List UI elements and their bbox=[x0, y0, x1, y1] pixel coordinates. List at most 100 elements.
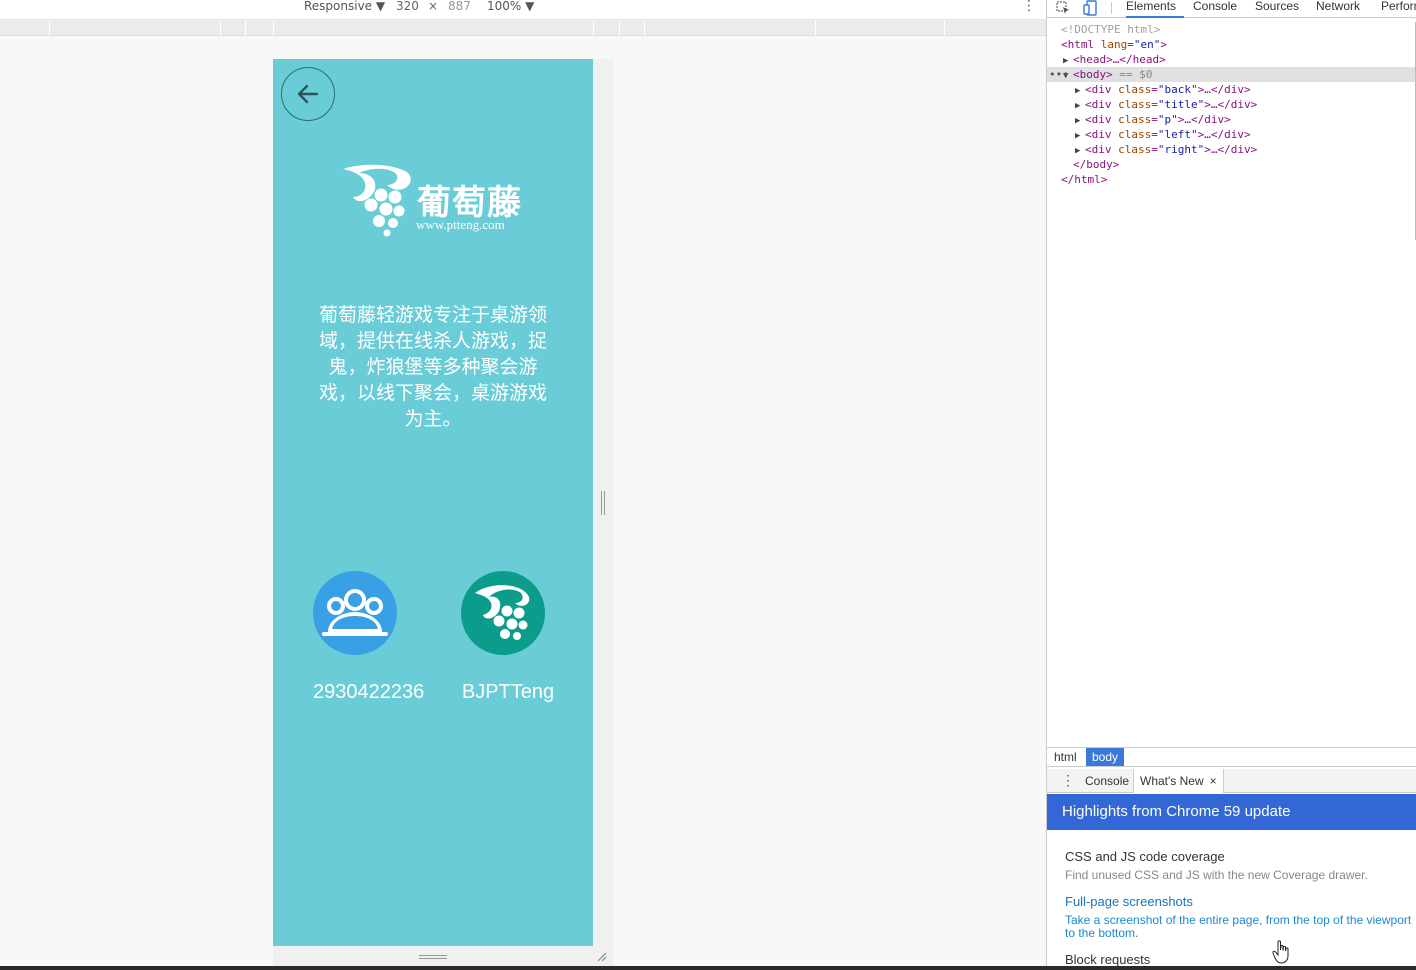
dom-node-div[interactable]: ▶ <div class="left">…</div> bbox=[1047, 127, 1415, 142]
grip-icon bbox=[601, 491, 605, 515]
dom-selected-marker: == $0 bbox=[1119, 68, 1153, 81]
dom-text: > bbox=[1160, 38, 1167, 51]
dom-attr: class bbox=[1118, 113, 1152, 126]
back-button[interactable] bbox=[281, 67, 335, 121]
media-query-tick bbox=[220, 20, 221, 36]
news-desc[interactable]: Take a screenshot of the entire page, fr… bbox=[1065, 914, 1415, 940]
dom-text: >…</div> bbox=[1177, 113, 1231, 126]
drawer-tabbar: ⋮ Console What's New × bbox=[1047, 769, 1416, 793]
media-query-tick bbox=[245, 20, 246, 36]
dom-attr: class bbox=[1118, 128, 1152, 141]
grape-icon bbox=[475, 585, 530, 640]
dom-attr: class bbox=[1118, 98, 1152, 111]
dom-text: <!DOCTYPE html> bbox=[1061, 23, 1161, 36]
dom-node-div[interactable]: ▶ <div class="p">…</div> bbox=[1047, 112, 1415, 127]
dom-text: <body> bbox=[1073, 68, 1113, 81]
media-query-bar[interactable] bbox=[0, 20, 1046, 36]
dom-tree: <!DOCTYPE html> <html lang="en"> ▶ <head>… bbox=[1047, 22, 1415, 187]
close-icon[interactable]: × bbox=[1210, 774, 1217, 788]
breadcrumb-html[interactable]: html bbox=[1048, 748, 1083, 766]
dom-text: </body> bbox=[1073, 158, 1120, 171]
zoom-label: 100% bbox=[487, 0, 522, 13]
resize-handle-right[interactable] bbox=[593, 59, 613, 946]
tab-console[interactable]: Console bbox=[1193, 0, 1237, 18]
media-query-tick bbox=[593, 20, 594, 36]
media-query-tick bbox=[619, 20, 620, 36]
wechat-id: BJPTTeng bbox=[461, 681, 555, 703]
tab-sources[interactable]: Sources bbox=[1255, 0, 1299, 18]
dom-text: >…</div> bbox=[1197, 83, 1251, 96]
dom-attr-value: "right" bbox=[1157, 143, 1205, 156]
dimension-separator: × bbox=[428, 0, 439, 13]
tab-performance[interactable]: Perform bbox=[1381, 0, 1416, 18]
more-options-icon[interactable]: ⋮ bbox=[1022, 0, 1036, 14]
dom-text: <div bbox=[1085, 128, 1112, 141]
news-title[interactable]: Full-page screenshots bbox=[1065, 894, 1415, 909]
drawer-tab-label: What's New bbox=[1140, 774, 1204, 788]
dom-text: <div bbox=[1085, 98, 1112, 111]
dom-text: <html bbox=[1061, 38, 1095, 51]
viewport-width-input[interactable]: 320 bbox=[396, 0, 419, 14]
qq-number: 2930422236 bbox=[313, 681, 425, 703]
logo-url: www.ptteng.com bbox=[416, 217, 505, 232]
tab-network[interactable]: Network bbox=[1316, 0, 1360, 18]
dom-node-body-close[interactable]: </body> bbox=[1047, 157, 1415, 172]
dom-node-doctype[interactable]: <!DOCTYPE html> bbox=[1047, 22, 1415, 37]
news-title: CSS and JS code coverage bbox=[1065, 849, 1225, 864]
devtools-tabbar: Elements Console Sources Network Perform bbox=[1047, 0, 1416, 18]
dom-node-html-close[interactable]: </html> bbox=[1047, 172, 1415, 187]
qq-contact: 2930422236 bbox=[313, 571, 431, 704]
news-item: Block requests bbox=[1065, 952, 1415, 967]
hand-cursor-icon bbox=[1272, 940, 1289, 964]
dom-attr-value: "left" bbox=[1157, 128, 1198, 141]
dom-text: >…</div> bbox=[1204, 143, 1258, 156]
arrow-left-icon bbox=[297, 84, 319, 104]
dom-text: <div bbox=[1085, 113, 1112, 126]
dom-attr: lang bbox=[1100, 38, 1128, 51]
intro-paragraph: 葡萄藤轻游戏专注于桌游领域，提供在线杀人游戏，捉鬼，炸狼堡等多种聚会游戏，以线下… bbox=[319, 304, 548, 430]
media-query-tick bbox=[49, 20, 50, 36]
drawer-tab-console[interactable]: Console bbox=[1085, 769, 1129, 793]
resize-handle-bottom[interactable] bbox=[273, 946, 613, 966]
inspect-element-icon[interactable] bbox=[1055, 0, 1071, 16]
zoom-select[interactable]: 100% ▼ bbox=[487, 0, 534, 14]
group-icon bbox=[322, 589, 388, 636]
drawer-menu-icon[interactable]: ⋮ bbox=[1061, 772, 1075, 789]
dropdown-icon: ▼ bbox=[525, 0, 535, 13]
emulated-viewport: 葡萄藤 www.ptteng.com 葡萄藤轻游戏专注于桌游领域，提供在线杀人游… bbox=[273, 59, 593, 946]
dom-attr-value: "title" bbox=[1157, 98, 1205, 111]
device-toolbar-icon[interactable] bbox=[1083, 0, 1099, 16]
more-icon[interactable]: ••• bbox=[1049, 67, 1069, 82]
dom-attr-value: "p" bbox=[1157, 113, 1178, 126]
dom-node-body[interactable]: ••• ▼ <body> == $0 bbox=[1047, 67, 1415, 82]
news-item[interactable]: Full-page screenshots Take a screenshot … bbox=[1065, 894, 1415, 940]
wechat-badge bbox=[461, 571, 545, 655]
dom-node-head[interactable]: ▶ <head>…</head> bbox=[1047, 52, 1415, 67]
resize-corner-icon[interactable] bbox=[595, 950, 607, 962]
dom-text: </html> bbox=[1061, 173, 1108, 186]
tab-label: Elements bbox=[1126, 0, 1177, 13]
dom-attr-value: "back" bbox=[1157, 83, 1198, 96]
drawer-tab-whats-new[interactable]: What's New × bbox=[1133, 769, 1224, 793]
tab-elements[interactable]: Elements bbox=[1126, 0, 1184, 18]
dom-text: <div bbox=[1085, 83, 1112, 96]
dom-node-div[interactable]: ▶ <div class="title">…</div> bbox=[1047, 97, 1415, 112]
dom-text: >…</div> bbox=[1204, 98, 1258, 111]
media-query-tick bbox=[944, 20, 945, 36]
grip-icon bbox=[419, 955, 447, 959]
tab-separator bbox=[1111, 2, 1112, 14]
news-desc: Find unused CSS and JS with the new Cove… bbox=[1065, 868, 1368, 882]
devtools-panel: Elements Console Sources Network Perform… bbox=[1046, 0, 1416, 967]
device-toolbar: Responsive ▼ 320 × 887 100% ▼ ⋮ bbox=[0, 0, 1046, 20]
dom-node-div[interactable]: ▶ <div class="right">…</div> bbox=[1047, 142, 1415, 157]
breadcrumb-body[interactable]: body bbox=[1086, 748, 1125, 766]
dom-text: <div bbox=[1085, 143, 1112, 156]
dom-attr: class bbox=[1118, 143, 1152, 156]
device-mode-select[interactable]: Responsive ▼ bbox=[304, 0, 385, 14]
dom-attr: class bbox=[1118, 83, 1152, 96]
viewport-height-input[interactable]: 887 bbox=[448, 0, 471, 14]
dom-node-div[interactable]: ▶ <div class="back">…</div> bbox=[1047, 82, 1415, 97]
media-query-tick bbox=[644, 20, 645, 36]
breadcrumb: html body bbox=[1047, 747, 1416, 767]
dom-node-html[interactable]: <html lang="en"> bbox=[1047, 37, 1415, 52]
